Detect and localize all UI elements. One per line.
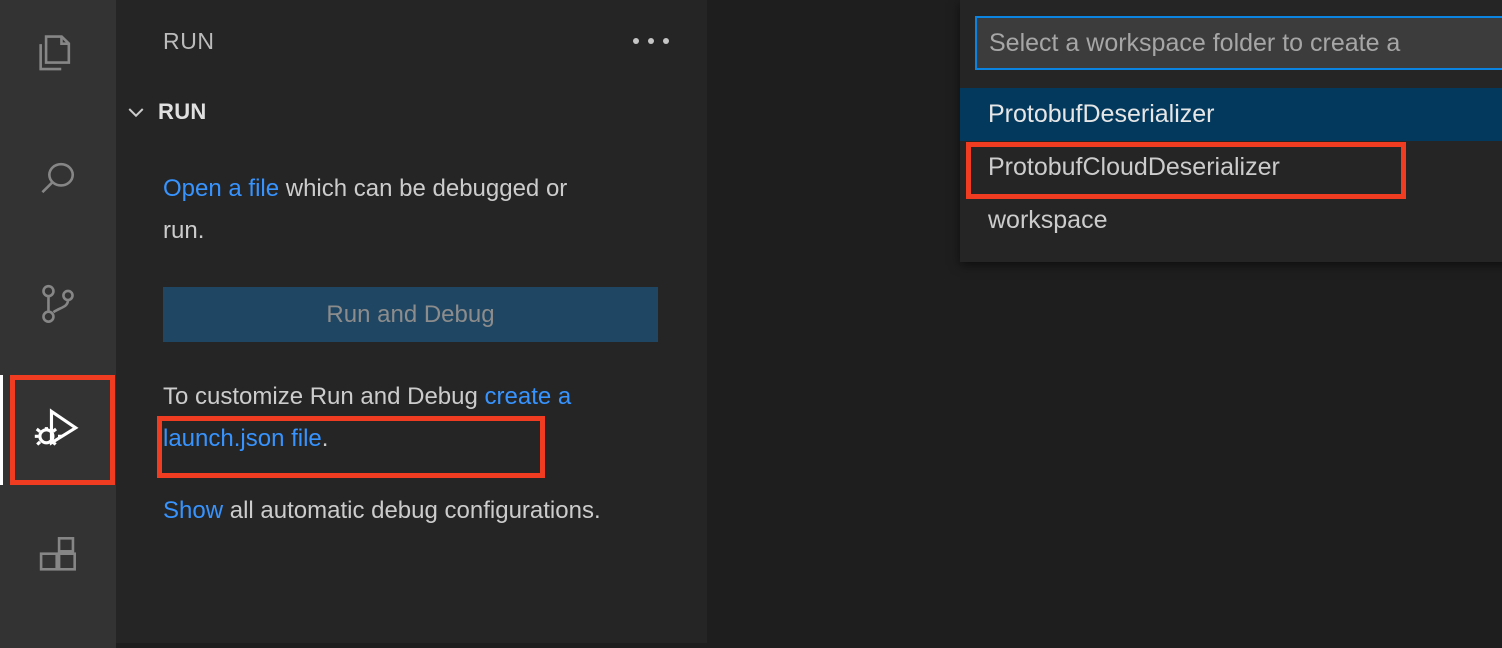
more-actions-icon[interactable] xyxy=(628,27,674,55)
customize-paragraph: To customize Run and Debug create a laun… xyxy=(163,376,603,460)
customize-paragraph-trail: . xyxy=(321,425,329,452)
quick-pick-item-workspace[interactable]: workspace xyxy=(960,194,1502,247)
extensions-icon xyxy=(32,529,84,581)
show-paragraph-rest: all automatic debug configurations. xyxy=(223,497,601,524)
search-icon xyxy=(32,154,84,206)
activity-bar-item-run-and-debug[interactable] xyxy=(0,375,116,485)
open-a-file-link[interactable]: Open a file xyxy=(163,175,279,202)
quick-pick-panel: ProtobufDeserializer ProtobufCloudDeseri… xyxy=(960,0,1502,262)
show-configs-paragraph: Show all automatic debug configurations. xyxy=(163,490,603,532)
files-icon xyxy=(32,29,84,81)
more-dot xyxy=(633,38,639,44)
source-control-icon xyxy=(32,279,84,331)
activity-bar-active-indicator xyxy=(0,375,3,485)
more-dot xyxy=(648,38,654,44)
activity-bar-item-explorer[interactable] xyxy=(0,0,116,110)
vscode-window: RUN RUN Open a file which can be debugge… xyxy=(0,0,1502,648)
more-dot xyxy=(663,38,669,44)
activity-bar xyxy=(0,0,116,648)
quick-pick-item-protobufdeserializer[interactable]: ProtobufDeserializer xyxy=(960,88,1502,141)
chevron-down-icon xyxy=(124,100,148,124)
run-and-debug-icon xyxy=(29,401,87,459)
quick-pick-item-protobufclouddeserializer[interactable]: ProtobufCloudDeserializer xyxy=(960,141,1502,194)
quick-pick-list: ProtobufDeserializer ProtobufCloudDeseri… xyxy=(960,88,1502,247)
quick-pick-input[interactable] xyxy=(977,28,1502,58)
open-file-paragraph: Open a file which can be debugged or run… xyxy=(163,168,603,252)
section-header-label: RUN xyxy=(158,99,207,124)
customize-paragraph-lead: To customize Run and Debug xyxy=(163,383,485,410)
quick-pick-input-wrapper[interactable] xyxy=(975,16,1502,70)
activity-bar-item-extensions[interactable] xyxy=(0,500,116,610)
sidebar-title: RUN xyxy=(163,28,215,54)
activity-bar-item-search[interactable] xyxy=(0,125,116,235)
section-header-run[interactable]: RUN xyxy=(124,92,207,132)
run-and-debug-sidebar: RUN RUN Open a file which can be debugge… xyxy=(116,0,707,643)
show-link[interactable]: Show xyxy=(163,497,223,524)
run-and-debug-button[interactable]: Run and Debug xyxy=(163,287,658,342)
activity-bar-item-source-control[interactable] xyxy=(0,250,116,360)
